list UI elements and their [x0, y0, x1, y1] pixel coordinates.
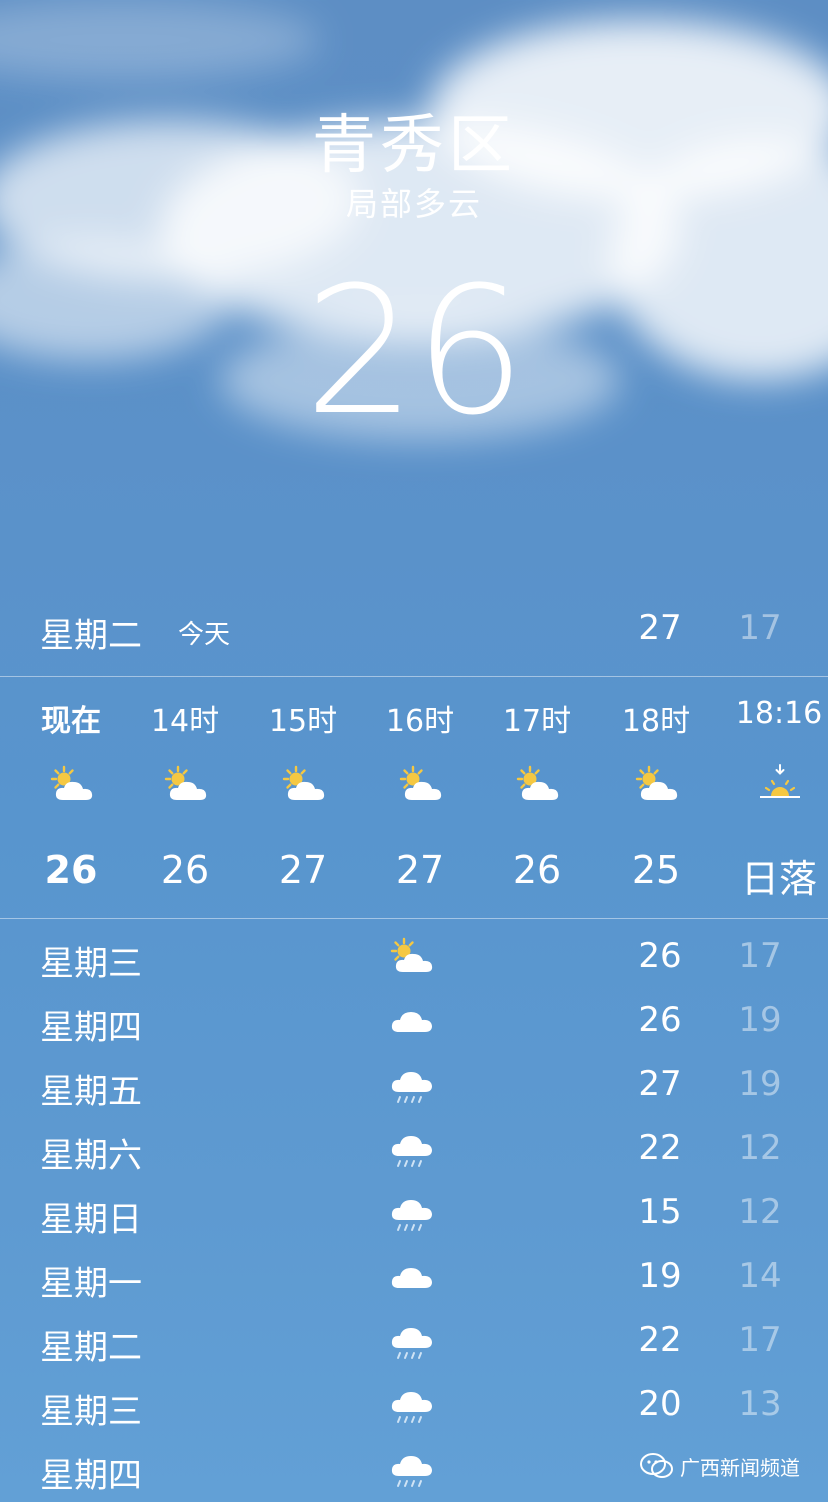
daily-day-name: 星期四: [40, 1456, 142, 1496]
daily-low-temp: 12: [738, 1128, 782, 1168]
hourly-forecast[interactable]: 现在 26 14时 26 15时 27 16时 27 17时 26 18时 25 18:16 日落: [0, 680, 828, 916]
daily-row: 星期日 15 12: [0, 1182, 828, 1246]
hourly-time: 14时: [150, 704, 220, 739]
daily-high-temp: 19: [638, 1256, 682, 1296]
hourly-time: 现在: [41, 704, 101, 739]
partly-cloudy-icon: [278, 764, 330, 806]
today-high-temp: 27: [638, 608, 682, 648]
hourly-temp: 26: [512, 848, 562, 892]
daily-day-name: 星期三: [40, 1392, 142, 1432]
hourly-temp: 27: [278, 848, 328, 892]
today-summary-row: 星期二 今天 27 17: [0, 596, 828, 666]
partly-cloudy-icon: [512, 764, 564, 806]
daily-high-temp: 26: [638, 936, 682, 976]
partly-cloudy-icon: [386, 936, 438, 980]
partly-cloudy-icon: [395, 764, 447, 806]
daily-day-name: 星期日: [40, 1200, 142, 1240]
current-condition: 局部多云: [345, 185, 482, 223]
hourly-temp: 25: [631, 848, 681, 892]
hourly-item: 14时 26: [126, 680, 244, 916]
hourly-temp: 日落: [740, 857, 817, 901]
daily-row: 星期三 20 13: [0, 1374, 828, 1438]
daily-day-name: 星期四: [40, 1008, 142, 1048]
daily-low-temp: 14: [738, 1256, 782, 1296]
daily-low-temp: 13: [738, 1384, 782, 1424]
hourly-temp: 26: [44, 848, 98, 892]
rain-icon: [386, 1128, 438, 1172]
daily-row: 星期四 26 19: [0, 990, 828, 1054]
daily-low-temp: 17: [738, 1320, 782, 1360]
daily-day-name: 星期二: [40, 1328, 142, 1368]
hourly-item: 18:16 日落: [720, 680, 828, 916]
daily-low-temp: 19: [738, 1064, 782, 1104]
hourly-item: 16时 27: [361, 680, 479, 916]
hourly-item: 18时 25: [597, 680, 715, 916]
hourly-time: 15时: [268, 704, 338, 739]
partly-cloudy-icon: [631, 764, 683, 806]
daily-high-temp: 27: [638, 1064, 682, 1104]
daily-row: 星期二 22 17: [0, 1310, 828, 1374]
sunset-icon: [754, 764, 806, 806]
watermark: 广西新闻频道: [640, 1448, 800, 1484]
rain-icon: [386, 1192, 438, 1236]
wechat-icon: [640, 1453, 673, 1478]
hourly-temp: 27: [395, 848, 445, 892]
partly-cloudy-icon: [46, 764, 98, 806]
daily-high-temp: 15: [638, 1192, 682, 1232]
daily-day-name: 星期三: [40, 944, 142, 984]
rain-icon: [386, 1320, 438, 1364]
daily-high-temp: 26: [638, 1000, 682, 1040]
divider-top: [0, 676, 828, 677]
hourly-time: 17时: [502, 704, 572, 739]
cloud-icon: [386, 1000, 438, 1044]
watermark-text: 广西新闻频道: [680, 1455, 800, 1480]
today-day-name: 星期二: [40, 616, 142, 656]
divider-bottom: [0, 918, 828, 919]
daily-row: 星期一 19 14: [0, 1246, 828, 1310]
today-low-temp: 17: [738, 608, 782, 648]
daily-low-temp: 12: [738, 1192, 782, 1232]
hourly-time: 18时: [621, 704, 691, 739]
rain-icon: [386, 1384, 438, 1428]
daily-low-temp: 17: [738, 936, 782, 976]
daily-high-temp: 22: [638, 1320, 682, 1360]
partly-cloudy-icon: [160, 764, 212, 806]
daily-row: 星期五 27 19: [0, 1054, 828, 1118]
daily-day-name: 星期一: [40, 1264, 142, 1304]
hourly-time: 18:16: [735, 696, 823, 731]
daily-day-name: 星期六: [40, 1136, 142, 1176]
cloud-icon: [386, 1256, 438, 1300]
rain-icon: [386, 1064, 438, 1108]
hourly-item: 17时 26: [478, 680, 596, 916]
rain-icon: [386, 1448, 438, 1492]
current-temperature: 26: [304, 249, 526, 454]
hourly-item: 15时 27: [244, 680, 362, 916]
hourly-time: 16时: [385, 704, 455, 739]
daily-row: 星期三 26 17: [0, 926, 828, 990]
location-header: 青秀区 局部多云: [0, 108, 828, 224]
daily-day-name: 星期五: [40, 1072, 142, 1112]
hourly-item: 现在 26: [12, 680, 130, 916]
daily-high-temp: 22: [638, 1128, 682, 1168]
hourly-temp: 26: [160, 848, 210, 892]
daily-high-temp: 20: [638, 1384, 682, 1424]
city-name: 青秀区: [312, 109, 516, 183]
daily-forecast-list[interactable]: 星期三 26 17 星期四 26 19 星期五 27 19 星期六 22 12 星期日 15 12 星期一 19…: [0, 926, 828, 1502]
daily-low-temp: 19: [738, 1000, 782, 1040]
daily-row: 星期六 22 12: [0, 1118, 828, 1182]
today-tag: 今天: [178, 620, 231, 650]
